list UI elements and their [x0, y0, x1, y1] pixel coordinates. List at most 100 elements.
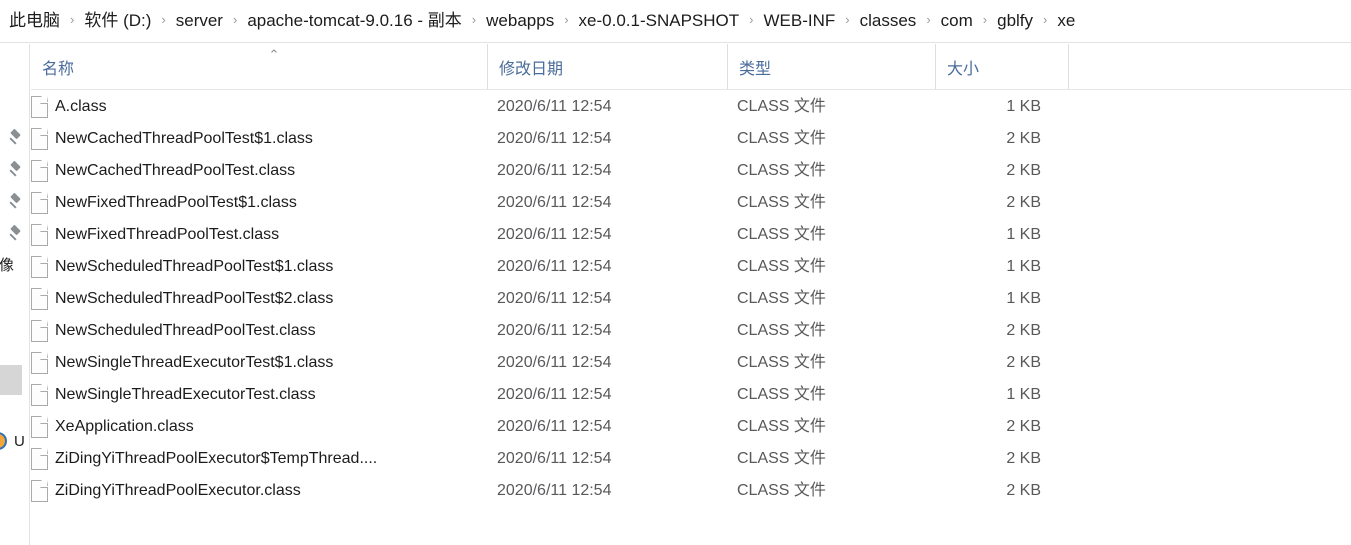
file-icon — [31, 96, 48, 118]
nav-pinned-item-3[interactable] — [0, 186, 29, 218]
file-date-cell: 2020/6/11 12:54 — [497, 130, 612, 147]
file-name-cell: NewSingleThreadExecutorTest$1.class — [55, 354, 334, 371]
table-row[interactable]: NewCachedThreadPoolTest.class 2020/6/11 1… — [31, 155, 1351, 187]
breadcrumb-item[interactable]: gblfy — [994, 8, 1036, 34]
breadcrumb-chevron-icon[interactable]: › — [838, 9, 856, 31]
column-header-name-label: 名称 — [42, 60, 75, 78]
file-date-cell: 2020/6/11 12:54 — [497, 290, 612, 307]
column-header-date-label: 修改日期 — [499, 60, 564, 78]
breadcrumb-item[interactable]: xe — [1054, 8, 1078, 34]
table-row[interactable]: NewScheduledThreadPoolTest.class 2020/6/1… — [31, 315, 1351, 347]
table-row[interactable]: XeApplication.class 2020/6/11 12:54 CLASS … — [31, 411, 1351, 443]
table-row[interactable]: ZiDingYiThreadPoolExecutor$TempThread...… — [31, 443, 1351, 475]
table-row[interactable]: NewScheduledThreadPoolTest$2.class 2020/6… — [31, 283, 1351, 315]
column-header-size[interactable]: 大小 — [935, 44, 1068, 89]
breadcrumb-item[interactable]: classes — [857, 8, 920, 34]
table-row[interactable]: NewFixedThreadPoolTest.class 2020/6/11 12… — [31, 219, 1351, 251]
column-header-date[interactable]: 修改日期 — [487, 44, 727, 89]
breadcrumb-item[interactable]: com — [938, 8, 976, 34]
nav-item-label: 镜像 — [0, 257, 15, 274]
breadcrumb-item[interactable]: apache-tomcat-9.0.16 - 副本 — [244, 8, 464, 34]
file-name-cell: NewScheduledThreadPoolTest$1.class — [55, 258, 334, 275]
column-header-type-label: 类型 — [739, 60, 772, 78]
breadcrumb-chevron-icon[interactable]: › — [465, 9, 483, 31]
nav-pinned-item-2[interactable] — [0, 154, 29, 186]
file-type-cell: CLASS 文件 — [737, 130, 826, 147]
file-date-cell: 2020/6/11 12:54 — [497, 258, 612, 275]
file-size-cell: 1 KB — [1006, 98, 1041, 115]
breadcrumb-chevron-icon[interactable]: › — [557, 9, 575, 31]
nav-pinned-item-1[interactable] — [0, 122, 29, 154]
breadcrumb-item[interactable]: webapps — [483, 8, 557, 34]
breadcrumb-item[interactable]: 软件 (D:) — [81, 8, 154, 34]
file-icon — [31, 160, 48, 182]
file-list[interactable]: A.class 2020/6/11 12:54 CLASS 文件 1 KB NewCac… — [31, 91, 1351, 545]
disc-drive-icon — [0, 432, 7, 450]
file-type-cell: CLASS 文件 — [737, 450, 826, 467]
file-name-cell: NewScheduledThreadPoolTest$2.class — [55, 290, 334, 307]
file-icon — [31, 480, 48, 502]
breadcrumb-address-bar[interactable]: 此电脑 › 软件 (D:) › server › apache-tomcat-9.0.16 … — [0, 0, 1351, 43]
file-type-cell: CLASS 文件 — [737, 98, 826, 115]
file-icon — [31, 352, 48, 374]
file-type-cell: CLASS 文件 — [737, 258, 826, 275]
file-name-cell: ZiDingYiThreadPoolExecutor.class — [55, 482, 301, 499]
file-date-cell: 2020/6/11 12:54 — [497, 450, 612, 467]
sort-ascending-caret-icon: ⌃ — [268, 48, 280, 63]
file-type-cell: CLASS 文件 — [737, 386, 826, 403]
table-row[interactable]: NewSingleThreadExecutorTest$1.class 2020/… — [31, 347, 1351, 379]
file-size-cell: 1 KB — [1006, 226, 1041, 243]
file-size-cell: 1 KB — [1006, 290, 1041, 307]
breadcrumb-chevron-icon[interactable]: › — [742, 9, 760, 31]
pin-icon — [8, 162, 24, 178]
file-type-cell: CLASS 文件 — [737, 162, 826, 179]
pin-icon — [8, 226, 24, 242]
column-header-size-label: 大小 — [947, 60, 980, 78]
file-icon — [31, 416, 48, 438]
nav-item-clipped-text[interactable]: 镜像 — [0, 250, 29, 282]
file-size-cell: 1 KB — [1006, 258, 1041, 275]
file-type-cell: CLASS 文件 — [737, 290, 826, 307]
breadcrumb-chevron-icon[interactable]: › — [976, 9, 994, 31]
column-header-type[interactable]: 类型 — [727, 44, 935, 89]
nav-item-removable-drive[interactable]: U — [0, 426, 29, 458]
file-icon — [31, 384, 48, 406]
file-name-cell: A.class — [55, 98, 107, 115]
breadcrumb-chevron-icon[interactable]: › — [154, 9, 172, 31]
file-icon — [31, 128, 48, 150]
nav-drive-label: U — [14, 433, 25, 450]
breadcrumb-chevron-icon[interactable]: › — [919, 9, 937, 31]
breadcrumb-item[interactable]: server — [173, 8, 226, 34]
file-size-cell: 2 KB — [1006, 354, 1041, 371]
table-row[interactable]: NewSingleThreadExecutorTest.class 2020/6/… — [31, 379, 1351, 411]
nav-item-selected[interactable] — [0, 365, 22, 395]
breadcrumb-chevron-icon[interactable]: › — [226, 9, 244, 31]
file-date-cell: 2020/6/11 12:54 — [497, 386, 612, 403]
file-icon — [31, 256, 48, 278]
file-size-cell: 2 KB — [1006, 322, 1041, 339]
file-type-cell: CLASS 文件 — [737, 418, 826, 435]
pin-icon — [8, 194, 24, 210]
file-size-cell: 2 KB — [1006, 130, 1041, 147]
breadcrumb-item[interactable]: 此电脑 — [6, 8, 63, 34]
breadcrumb-item[interactable]: xe-0.0.1-SNAPSHOT — [576, 8, 743, 34]
table-row[interactable]: NewScheduledThreadPoolTest$1.class 2020/6… — [31, 251, 1351, 283]
file-date-cell: 2020/6/11 12:54 — [497, 98, 612, 115]
nav-pinned-item-4[interactable] — [0, 218, 29, 250]
table-row[interactable]: NewCachedThreadPoolTest$1.class 2020/6/11… — [31, 123, 1351, 155]
table-row[interactable]: NewFixedThreadPoolTest$1.class 2020/6/11 … — [31, 187, 1351, 219]
file-explorer-window: 此电脑 › 软件 (D:) › server › apache-tomcat-9.0.16 … — [0, 0, 1351, 545]
column-header-name[interactable]: 名称 ⌃ — [31, 44, 487, 89]
file-type-cell: CLASS 文件 — [737, 194, 826, 211]
breadcrumb-chevron-icon[interactable]: › — [1036, 9, 1054, 31]
file-type-cell: CLASS 文件 — [737, 226, 826, 243]
pin-icon — [8, 130, 24, 146]
breadcrumb-item[interactable]: WEB-INF — [761, 8, 839, 34]
file-size-cell: 2 KB — [1006, 162, 1041, 179]
file-size-cell: 1 KB — [1006, 386, 1041, 403]
navigation-pane[interactable]: 镜像 U — [0, 44, 30, 545]
table-row[interactable]: ZiDingYiThreadPoolExecutor.class 2020/6/1… — [31, 475, 1351, 507]
breadcrumb-chevron-icon[interactable]: › — [63, 9, 81, 31]
table-row[interactable]: A.class 2020/6/11 12:54 CLASS 文件 1 KB — [31, 91, 1351, 123]
file-name-cell: NewCachedThreadPoolTest$1.class — [55, 130, 313, 147]
